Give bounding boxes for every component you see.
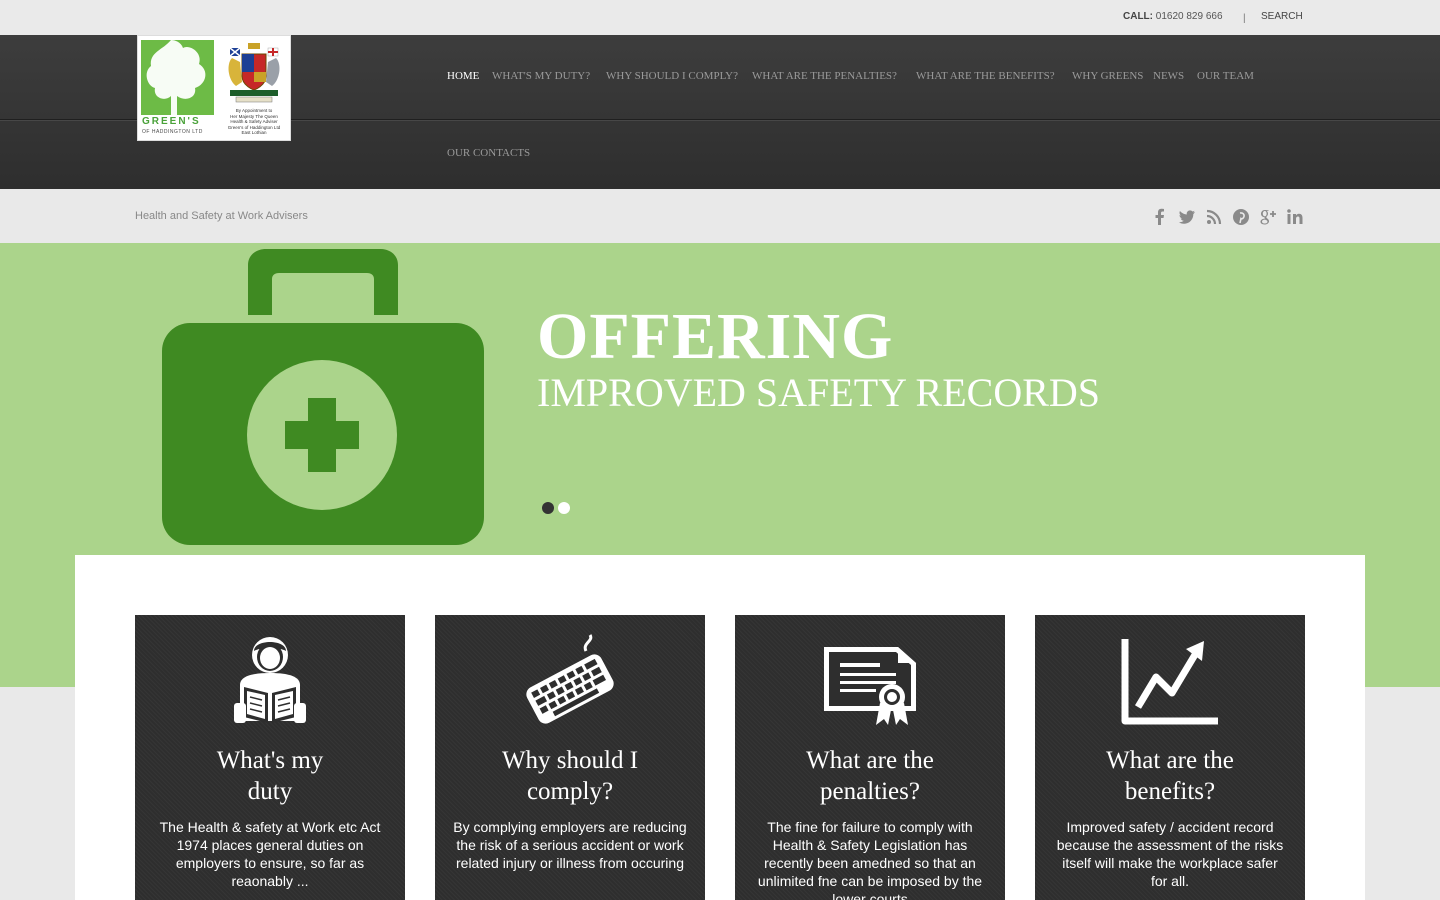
sub-header-bar: Health and Safety at Work Advisers [0, 189, 1440, 243]
hero-subline: IMPROVED SAFETY RECORDS [537, 370, 1101, 415]
nav-item-why-greens[interactable]: WHY GREENS [1072, 70, 1143, 82]
phone-info: CALL: 01620 829 666 [1123, 11, 1223, 22]
card-text: By complying employers are reducing the … [453, 819, 687, 871]
nav-item-why-should-i-comply[interactable]: WHY SHOULD I COMPLY? [606, 70, 738, 82]
growth-chart-icon [1121, 639, 1218, 725]
royal-crest-icon [228, 43, 280, 103]
nav-item-our-contacts[interactable]: OUR CONTACTS [447, 147, 530, 159]
logo-brand: GREEN'S [142, 116, 201, 127]
pinterest-icon[interactable] [1231, 207, 1251, 227]
card-text: The Health & safety at Work etc Act 1974… [159, 819, 381, 889]
slider-dot-2[interactable] [558, 502, 570, 514]
hero-headline: OFFERING [537, 300, 894, 373]
content-panel: What's my duty The Health & safety at Wo… [75, 555, 1365, 900]
person-reading-icon [234, 637, 306, 723]
logo-brand-sub: OF HADDINGTON LTD [142, 129, 203, 135]
rss-icon[interactable] [1204, 207, 1224, 227]
google-plus-icon[interactable] [1258, 207, 1278, 227]
card-penalties[interactable]: What are the penalties? The fine for fai… [735, 615, 1005, 900]
nav-item-our-team[interactable]: OUR TEAM [1197, 70, 1254, 82]
card-whats-my-duty[interactable]: What's my duty The Health & safety at Wo… [135, 615, 405, 900]
search-link[interactable]: SEARCH [1261, 11, 1303, 22]
tree-icon [141, 40, 206, 115]
phone-number[interactable]: 01620 829 666 [1156, 11, 1223, 22]
card-text: The fine for failure to comply with Heal… [757, 819, 983, 900]
card-title: What are the benefits? [1106, 747, 1234, 805]
top-utility-bar: CALL: 01620 829 666 | SEARCH [0, 0, 1440, 35]
card-text: Improved safety / accident record becaus… [1056, 819, 1284, 889]
nav-item-benefits[interactable]: WHAT ARE THE BENEFITS? [916, 70, 1055, 82]
card-benefits[interactable]: What are the benefits? Improved safety /… [1035, 615, 1305, 900]
topbar-separator: | [1243, 13, 1246, 24]
site-header: GREEN'S OF HADDINGTON LTD By Appointment… [0, 35, 1440, 189]
nav-item-home[interactable]: HOME [447, 70, 479, 82]
slider-dot-1[interactable] [542, 502, 554, 514]
keyboard-icon [526, 634, 614, 724]
royal-warrant-text: By Appointment to Her Majesty The Queen … [227, 108, 281, 135]
site-tagline: Health and Safety at Work Advisers [135, 210, 308, 222]
linkedin-icon[interactable] [1285, 207, 1305, 227]
nav-item-penalties[interactable]: WHAT ARE THE PENALTIES? [752, 70, 897, 82]
nav-item-whats-my-duty[interactable]: WHAT'S MY DUTY? [492, 70, 590, 82]
twitter-icon[interactable] [1177, 207, 1197, 227]
nav-item-news[interactable]: NEWS [1153, 70, 1184, 82]
card-title: Why should I comply? [501, 747, 639, 805]
card-title: What are the penalties? [806, 747, 934, 805]
certificate-icon [824, 647, 916, 725]
card-why-should-i-comply[interactable]: Why should I comply? By complying employ… [435, 615, 705, 900]
card-title: What's my duty [216, 747, 324, 805]
first-aid-kit-icon [162, 249, 484, 545]
facebook-icon[interactable] [1150, 207, 1170, 227]
call-label: CALL: [1123, 11, 1153, 22]
site-logo[interactable]: GREEN'S OF HADDINGTON LTD By Appointment… [137, 35, 291, 141]
